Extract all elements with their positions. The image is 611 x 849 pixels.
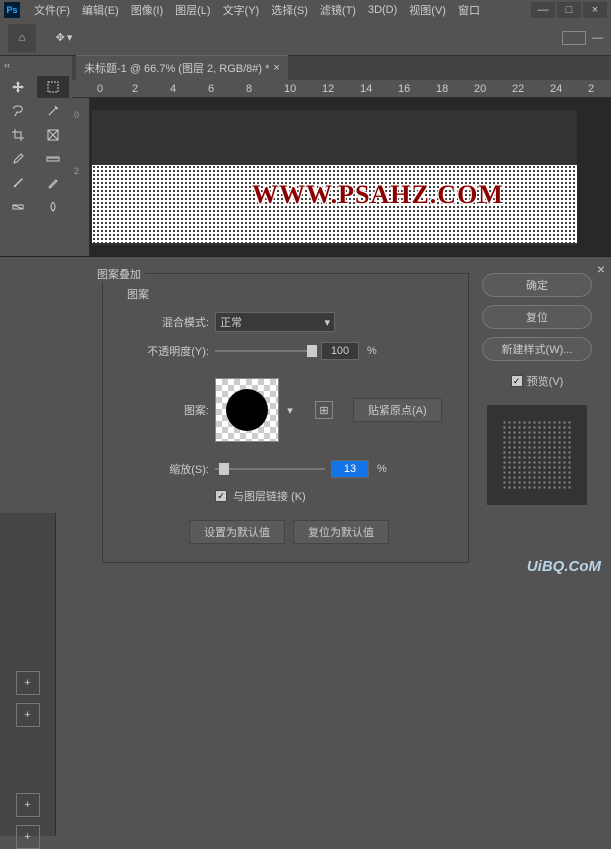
pct-label: % (377, 463, 387, 475)
close-button[interactable]: × (583, 2, 607, 18)
brush-tool[interactable] (2, 172, 34, 194)
set-default-button[interactable]: 设置为默认值 (189, 520, 285, 544)
preview-thumbnail (487, 405, 587, 505)
left-panel-strip: + + + + (0, 513, 56, 836)
pattern-thumbnail[interactable] (215, 378, 279, 442)
pencil-tool[interactable] (37, 172, 69, 194)
slider-thumb[interactable] (219, 463, 229, 475)
tools-panel: ‹‹ (0, 56, 72, 256)
snap-grid-icon[interactable]: ⊞ (315, 401, 333, 419)
wand-tool[interactable] (37, 100, 69, 122)
pattern-dropdown-icon[interactable]: ▾ (285, 404, 295, 417)
new-style-button[interactable]: 新建样式(W)... (482, 337, 592, 361)
blend-mode-label: 混合模式: (119, 314, 209, 330)
menu-view[interactable]: 视图(V) (403, 0, 452, 20)
tool-preset[interactable]: ✥▾ (44, 26, 84, 50)
preview-label: 预览(V) (527, 373, 564, 389)
tab-bar: 未标题-1 @ 66.7% (图层 2, RGB/8#) * × (72, 56, 611, 80)
home-button[interactable]: ⌂ (8, 24, 36, 52)
menu-window[interactable]: 窗口 (452, 0, 486, 20)
blend-mode-select[interactable]: 正常 ▾ (215, 312, 335, 332)
scale-label: 缩放(S): (119, 461, 209, 477)
frame-tool[interactable] (37, 124, 69, 146)
chevron-down-icon: ▾ (324, 316, 330, 329)
link-checkbox[interactable]: ✓ (215, 490, 227, 502)
home-icon: ⌂ (19, 32, 26, 44)
ok-button[interactable]: 确定 (482, 273, 592, 297)
minimize-button[interactable]: — (531, 2, 555, 18)
add-panel-icon-3[interactable]: + (16, 793, 40, 817)
menu-select[interactable]: 选择(S) (265, 0, 314, 20)
document-area: 未标题-1 @ 66.7% (图层 2, RGB/8#) * × 0 2 4 6… (72, 56, 611, 256)
tab-close-icon[interactable]: × (273, 62, 279, 74)
blend-mode-value: 正常 (220, 314, 242, 330)
site-watermark: UiBQ.CoM (527, 558, 601, 575)
circle-icon (226, 389, 268, 431)
menu-file[interactable]: 文件(F) (28, 0, 76, 20)
options-bar: ⌂ ✥▾ — (0, 20, 611, 56)
add-panel-icon-4[interactable]: + (16, 825, 40, 849)
marquee-tool[interactable] (37, 76, 69, 98)
preview-pattern (502, 420, 572, 490)
menu-layer[interactable]: 图层(L) (169, 0, 216, 20)
canvas[interactable]: WWW.PSAHZ.COM (92, 110, 577, 245)
slider-thumb[interactable] (307, 345, 317, 357)
toolbar-right: — (562, 31, 603, 45)
menu-3d[interactable]: 3D(D) (362, 2, 403, 18)
opacity-input[interactable]: 100 (321, 342, 359, 360)
group-title: 图案 (127, 286, 452, 302)
dash-icon: — (592, 32, 603, 44)
ruler-vertical: 0 2 (72, 98, 90, 256)
menu-image[interactable]: 图像(I) (125, 0, 169, 20)
main-area: ‹‹ 未标题-1 @ 66.7% (图层 2, RGB/8#) * × 0 2 (0, 56, 611, 256)
snap-origin-button[interactable]: 贴紧原点(A) (353, 398, 442, 422)
opacity-label: 不透明度(Y): (119, 343, 209, 359)
reset-button[interactable]: 复位 (482, 305, 592, 329)
crop-tool[interactable] (2, 124, 34, 146)
window-controls: — □ × (531, 2, 607, 18)
menu-type[interactable]: 文字(Y) (217, 0, 266, 20)
add-panel-icon-2[interactable]: + (16, 703, 40, 727)
pattern-overlay-panel: 图案叠加 图案 混合模式: 正常 ▾ 不透明度(Y): 100 % 图案: ▾ (102, 273, 469, 563)
watermark-text: WWW.PSAHZ.COM (252, 180, 504, 210)
pattern-label: 图案: (119, 402, 209, 418)
gradient-tool[interactable] (2, 196, 34, 218)
ruler-horizontal: 0 2 4 6 8 10 12 14 16 18 20 22 24 2 (72, 80, 611, 98)
maximize-button[interactable]: □ (557, 2, 581, 18)
move-tool[interactable] (2, 76, 34, 98)
app-icon: Ps (4, 2, 20, 18)
menu-edit[interactable]: 编辑(E) (76, 0, 125, 20)
move-icon: ✥ (56, 31, 65, 44)
collapse-icon[interactable]: ‹‹ (0, 60, 72, 74)
section-title: 图案叠加 (93, 266, 145, 282)
chevron-down-icon: ▾ (67, 31, 73, 44)
tab-title: 未标题-1 @ 66.7% (图层 2, RGB/8#) * (84, 60, 269, 76)
scale-input[interactable]: 13 (331, 460, 369, 478)
document-tab[interactable]: 未标题-1 @ 66.7% (图层 2, RGB/8#) * × (76, 55, 288, 80)
menu-filter[interactable]: 滤镜(T) (314, 0, 362, 20)
lasso-tool[interactable] (2, 100, 34, 122)
dialog-right-panel: 确定 复位 新建样式(W)... ✓ 预览(V) (477, 273, 597, 563)
add-panel-icon-1[interactable]: + (16, 671, 40, 695)
blur-tool[interactable] (37, 196, 69, 218)
link-label: 与图层链接 (K) (233, 488, 306, 504)
ruler-tool[interactable] (37, 148, 69, 170)
preview-checkbox[interactable]: ✓ (511, 375, 523, 387)
menu-bar: Ps 文件(F) 编辑(E) 图像(I) 图层(L) 文字(Y) 选择(S) 滤… (0, 0, 611, 20)
dialog-close-icon[interactable]: × (597, 261, 605, 277)
eyedropper-tool[interactable] (2, 148, 34, 170)
canvas-wrap: 0 2 WWW.PSAHZ.COM (72, 98, 611, 256)
scale-slider[interactable] (215, 462, 325, 476)
layer-style-dialog: × + + + + 图案叠加 图案 混合模式: 正常 ▾ 不透明度(Y): 10… (0, 256, 611, 579)
opacity-slider[interactable] (215, 344, 315, 358)
workspace-icon[interactable] (562, 31, 586, 45)
reset-default-button[interactable]: 复位为默认值 (293, 520, 389, 544)
pct-label: % (367, 345, 377, 357)
